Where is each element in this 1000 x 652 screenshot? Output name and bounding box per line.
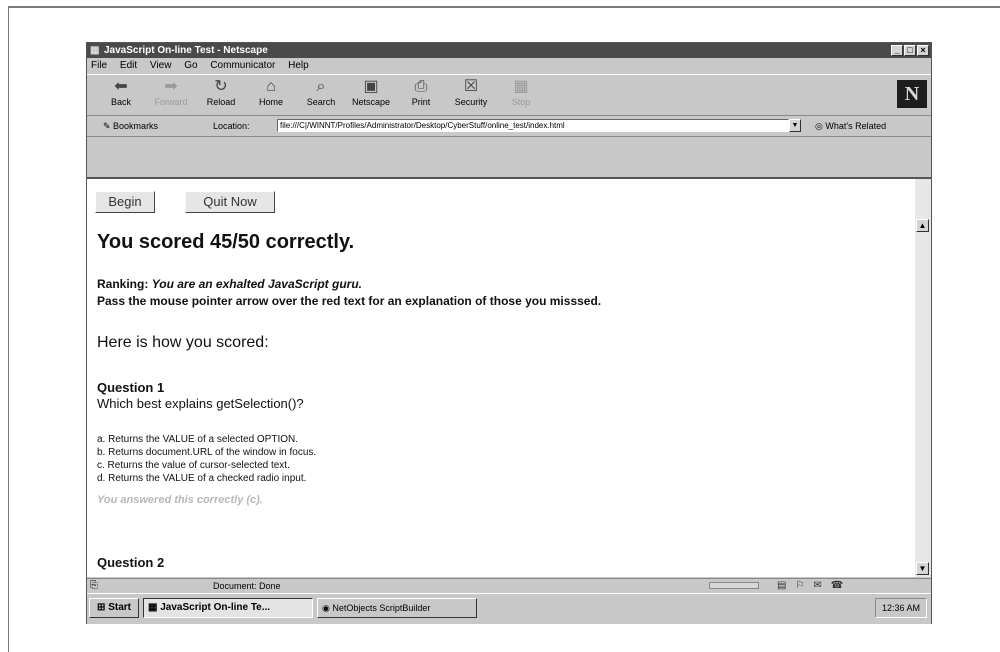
location-toolbar: ✎ Bookmarks Location: file:///C|/WINNT/P… <box>87 116 931 137</box>
menu-file[interactable]: File <box>91 60 107 71</box>
personal-toolbar <box>87 137 931 179</box>
minimize-button[interactable]: _ <box>891 45 903 56</box>
netscape-task-icon: ▦ <box>148 602 161 613</box>
option-c: c. Returns the value of cursor-selected … <box>97 460 290 471</box>
option-a: a. Returns the VALUE of a selected OPTIO… <box>97 434 299 445</box>
home-button[interactable]: ⌂ Home <box>245 77 297 113</box>
component-bar[interactable]: ▤⚐✉☎ <box>777 579 852 593</box>
start-button[interactable]: ⊞ Start <box>89 598 139 618</box>
whats-related-button[interactable]: ◎ What's Related <box>815 116 886 136</box>
window-title: JavaScript On-line Test - Netscape <box>104 45 268 56</box>
instructions-text: Pass the mouse pointer arrow over the re… <box>97 294 602 308</box>
option-d: d. Returns the VALUE of a checked radio … <box>97 473 307 484</box>
title-bar[interactable]: ▦ JavaScript On-line Test - Netscape _ □… <box>87 43 931 58</box>
frame-top-border <box>8 6 1000 8</box>
begin-button[interactable]: Begin <box>95 191 155 213</box>
location-label: Location: <box>213 121 250 131</box>
netscape-logo: N <box>897 80 927 108</box>
windows-logo-icon: ⊞ <box>97 602 106 613</box>
bookmark-icon: ✎ <box>103 121 114 131</box>
menu-edit[interactable]: Edit <box>120 60 137 71</box>
windows-taskbar: ⊞ Start ▦ JavaScript On-line Te... ◉ Net… <box>87 593 931 624</box>
system-clock: 12:36 AM <box>875 598 927 618</box>
netscape-icon: ▣ <box>363 78 379 95</box>
home-icon: ⌂ <box>266 78 276 95</box>
status-text: Document: Done <box>213 581 281 591</box>
vertical-scrollbar[interactable]: ▲ ▼ <box>915 179 931 577</box>
score-heading: You scored 45/50 correctly. <box>97 231 355 253</box>
lock-icon: ☒ <box>463 78 479 95</box>
stop-button[interactable]: ▦ Stop <box>495 77 547 113</box>
security-button[interactable]: ☒ Security <box>445 77 497 113</box>
connection-icon: ⎘ <box>90 580 98 591</box>
browser-window: ▦ JavaScript On-line Test - Netscape _ □… <box>86 42 932 624</box>
quit-now-button[interactable]: Quit Now <box>185 191 275 213</box>
print-icon: ⎙ <box>414 78 428 95</box>
close-button[interactable]: × <box>917 45 929 56</box>
status-bar: ⎘ Document: Done ▤⚐✉☎ <box>87 578 931 593</box>
scroll-down-button[interactable]: ▼ <box>916 562 929 575</box>
chevron-down-icon: ▼ <box>791 122 799 129</box>
menu-go[interactable]: Go <box>184 60 197 71</box>
ranking-label: Ranking: <box>97 277 149 291</box>
scriptbuilder-icon: ◉ <box>322 603 333 613</box>
question-1-result: You answered this correctly (c). <box>97 494 263 506</box>
reload-icon: ↻ <box>214 78 228 95</box>
navigation-toolbar: ⬅ Back ➡ Forward ↻ Reload ⌂ Home ⌕ Search ▣ Ne… <box>87 74 931 116</box>
ranking-line: Ranking: You are an exhalted JavaScript … <box>97 277 362 291</box>
menu-communicator[interactable]: Communicator <box>210 60 275 71</box>
search-icon: ⌕ <box>316 78 326 95</box>
task-netobjects-scriptbuilder[interactable]: ◉ NetObjects ScriptBuilder <box>317 598 477 618</box>
print-button[interactable]: ⎙ Print <box>395 77 447 113</box>
up-arrow-icon: ▲ <box>918 221 927 230</box>
question-2-heading: Question 2 <box>97 555 165 570</box>
menu-help[interactable]: Help <box>288 60 309 71</box>
scroll-up-button[interactable]: ▲ <box>916 219 929 232</box>
reload-button[interactable]: ↻ Reload <box>195 77 247 113</box>
maximize-button[interactable]: □ <box>904 45 916 56</box>
task-javascript-online-test[interactable]: ▦ JavaScript On-line Te... <box>143 598 313 618</box>
question-1-options: a. Returns the VALUE of a selected OPTIO… <box>97 433 316 485</box>
menu-bar: File Edit View Go Communicator Help <box>87 59 931 73</box>
down-arrow-icon: ▼ <box>918 564 927 573</box>
netscape-window-icon: ▦ <box>90 45 100 56</box>
url-input[interactable]: file:///C|/WINNT/Profiles/Administrator/… <box>277 119 789 132</box>
forward-button[interactable]: ➡ Forward <box>145 77 197 113</box>
stop-icon: ▦ <box>513 78 529 95</box>
back-button[interactable]: ⬅ Back <box>95 77 147 113</box>
option-b: b. Returns document.URL of the window in… <box>97 447 317 458</box>
ranking-value: You are an exhalted JavaScript guru. <box>151 277 362 291</box>
url-dropdown-button[interactable]: ▼ <box>789 119 801 132</box>
bookmarks-button[interactable]: ✎ Bookmarks <box>103 116 158 136</box>
forward-arrow-icon: ➡ <box>164 78 178 95</box>
page-content: Begin Quit Now You scored 45/50 correctl… <box>87 179 915 577</box>
search-button[interactable]: ⌕ Search <box>295 77 347 113</box>
question-1-heading: Question 1 <box>97 380 165 395</box>
netscape-button[interactable]: ▣ Netscape <box>345 77 397 113</box>
back-arrow-icon: ⬅ <box>114 78 128 95</box>
how-you-scored-heading: Here is how you scored: <box>97 334 269 351</box>
frame-left-border <box>8 6 9 652</box>
related-icon: ◎ <box>815 121 826 131</box>
menu-view[interactable]: View <box>150 60 172 71</box>
progress-indicator <box>709 582 759 589</box>
question-1-text: Which best explains getSelection()? <box>97 396 304 411</box>
